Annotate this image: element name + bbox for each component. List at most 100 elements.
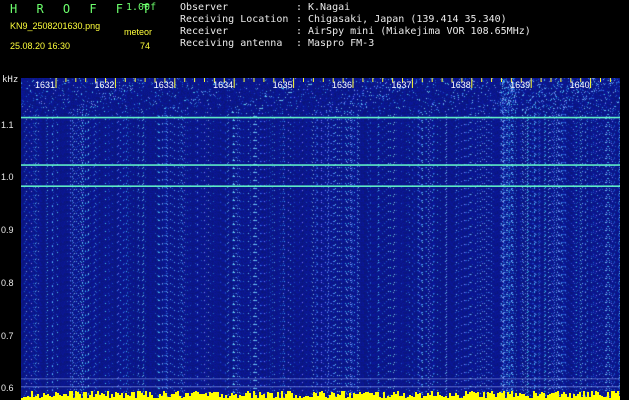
meteor-label: meteor <box>124 27 153 37</box>
activity-bar <box>289 391 291 400</box>
activity-bar <box>207 396 209 400</box>
activity-bar <box>83 392 85 400</box>
meta-key-observer: Observer <box>180 2 229 13</box>
activity-bar <box>329 395 331 400</box>
x-tick-label: 1634 <box>213 80 233 90</box>
activity-bar <box>71 391 73 400</box>
activity-bar <box>493 394 495 400</box>
activity-bar <box>65 394 67 400</box>
activity-bar <box>371 393 373 400</box>
activity-bar <box>417 394 419 400</box>
activity-bar <box>483 392 485 400</box>
activity-bar <box>263 394 265 400</box>
spectrogram-overlay: 1631 1632 1633 1634 1635 1636 1637 1638 1639 1640 <box>21 78 620 400</box>
activity-bar <box>231 393 233 400</box>
activity-bar <box>341 391 343 400</box>
activity-bar <box>563 392 565 400</box>
meta-key-location: Receiving Location <box>180 14 289 25</box>
activity-bar <box>197 392 199 400</box>
x-tick-label: 1640 <box>570 80 590 90</box>
activity-bar <box>349 393 351 400</box>
y-tick-label: 1.1 <box>1 119 14 130</box>
activity-bar <box>343 391 345 400</box>
activity-bar <box>509 394 511 400</box>
activity-bar <box>435 396 437 400</box>
activity-bar <box>217 392 219 400</box>
y-tick-label: 0.6 <box>1 383 14 394</box>
activity-bar <box>249 393 251 400</box>
activity-bar <box>455 393 457 400</box>
activity-bar <box>519 393 521 400</box>
activity-bar <box>365 392 367 400</box>
activity-bar <box>359 392 361 400</box>
meta-separator: : <box>296 26 303 37</box>
activity-bar <box>163 391 165 400</box>
activity-bar <box>615 393 617 400</box>
activity-bar <box>467 394 469 400</box>
activity-bar <box>139 391 141 400</box>
activity-bar <box>281 391 283 400</box>
activity-bar <box>243 396 245 400</box>
activity-bar <box>377 392 379 400</box>
meta-separator: : <box>296 2 303 13</box>
activity-bar <box>401 396 403 400</box>
meta-value-antenna: Maspro FM-3 <box>308 38 375 49</box>
activity-bar <box>587 392 589 400</box>
x-tick-label: 1636 <box>332 80 352 90</box>
activity-bar <box>601 396 603 400</box>
activity-bar <box>331 392 333 400</box>
activity-bar <box>129 396 131 400</box>
activity-bar <box>239 395 241 400</box>
activity-bar <box>315 393 317 400</box>
activity-bar <box>85 392 87 400</box>
activity-bar <box>391 395 393 400</box>
activity-bar <box>511 391 513 400</box>
activity-bar <box>425 396 427 400</box>
activity-bar <box>175 392 177 400</box>
activity-bar <box>247 391 249 400</box>
activity-bar <box>367 392 369 400</box>
activity-bar <box>403 393 405 400</box>
activity-bar <box>469 392 471 400</box>
x-tick-label: 1638 <box>451 80 471 90</box>
activity-bar <box>395 394 397 400</box>
activity-bar <box>145 391 147 400</box>
activity-bar <box>477 392 479 400</box>
activity-bar <box>255 395 257 400</box>
x-tick-label: 1635 <box>273 80 293 90</box>
activity-bar <box>35 396 37 400</box>
meta-value-location: Chigasaki, Japan (139.414 35.340) <box>308 14 507 25</box>
activity-bar <box>187 393 189 400</box>
activity-bar <box>593 395 595 400</box>
activity-bar <box>179 396 181 400</box>
activity-bar <box>539 394 541 400</box>
activity-bar <box>235 394 237 400</box>
activity-bar <box>229 396 231 400</box>
activity-bar <box>557 391 559 400</box>
activity-bar <box>59 395 61 400</box>
activity-bar <box>517 396 519 400</box>
x-tick-label: 1632 <box>94 80 114 90</box>
activity-bar <box>439 395 441 400</box>
activity-bar <box>399 396 401 400</box>
activity-bar <box>245 393 247 400</box>
activity-bar <box>201 394 203 400</box>
activity-bar <box>95 394 97 400</box>
activity-bar <box>393 392 395 400</box>
x-tick-label: 1633 <box>154 80 174 90</box>
activity-bar <box>241 396 243 400</box>
activity-bar <box>209 392 211 400</box>
x-tick-label: 1637 <box>391 80 411 90</box>
activity-bar <box>397 391 399 400</box>
activity-bar <box>295 395 297 400</box>
activity-bar <box>583 391 585 400</box>
activity-bar <box>185 393 187 400</box>
activity-bar <box>49 396 51 400</box>
activity-bar <box>193 392 195 400</box>
activity-bar <box>333 393 335 400</box>
activity-bar <box>361 394 363 400</box>
activity-bar <box>419 393 421 400</box>
meta-value-observer: K.Nagai <box>308 2 351 13</box>
activity-bar <box>465 391 467 400</box>
activity-bar <box>613 391 615 400</box>
